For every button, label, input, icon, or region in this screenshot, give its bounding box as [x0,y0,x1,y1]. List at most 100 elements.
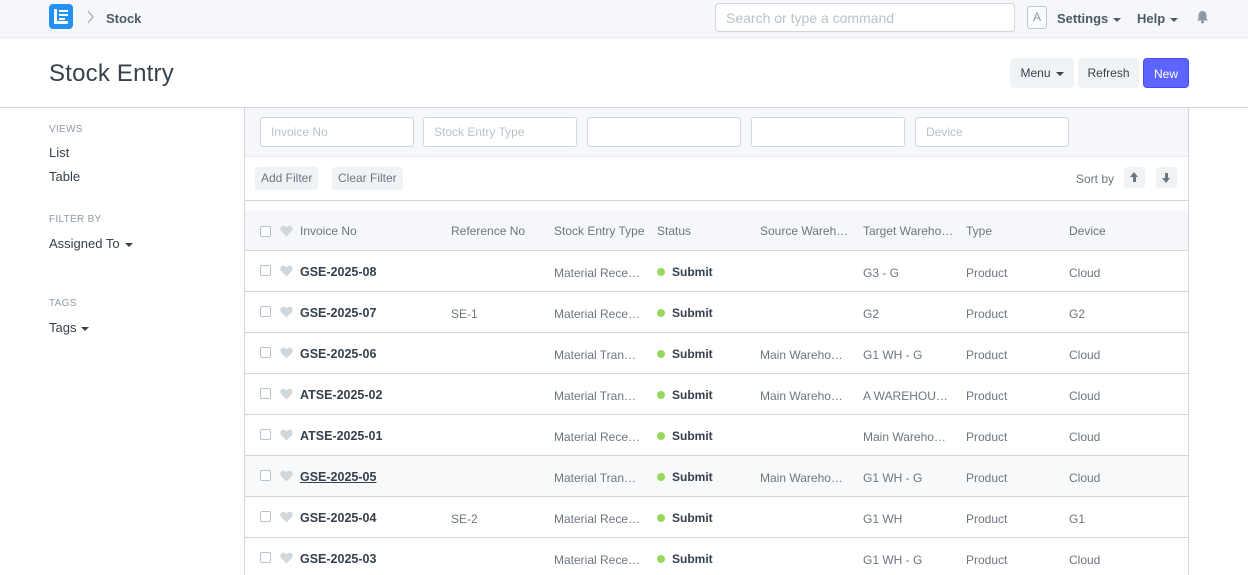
invoice-no-link[interactable]: GSE-2025-07 [300,306,440,320]
clear-filter-button[interactable]: Clear Filter [332,167,403,190]
row-checkbox[interactable] [260,429,271,440]
invoice-no-link[interactable]: ATSE-2025-01 [300,429,440,443]
sort-ascending-button[interactable] [1124,167,1145,188]
table-row[interactable]: GSE-2025-05 Material Transfer Submit Mai… [245,456,1188,497]
sidebar-item-list[interactable]: List [49,145,69,160]
search-input[interactable] [716,4,1014,31]
help-dropdown[interactable]: Help [1137,11,1179,26]
device-cell: Cloud [1069,389,1101,403]
breadcrumb-stock[interactable]: Stock [106,11,141,26]
heart-icon[interactable] [280,347,293,359]
settings-label: Settings [1057,11,1109,26]
target-warehouse-cell: G1 WH - G [863,471,923,485]
refresh-button[interactable]: Refresh [1078,58,1139,88]
status-badge: Submit [672,265,713,279]
column-type[interactable]: Type [966,224,1061,238]
invoice-no-filter-input[interactable] [261,118,413,146]
table-header: Invoice No Reference No Stock Entry Type… [245,211,1188,251]
target-warehouse-cell: G1 WH - G [863,348,923,362]
target-warehouse-cell: Main Warehou… [863,430,951,444]
row-checkbox[interactable] [260,552,271,563]
target-warehouse-cell: G1 WH [863,512,903,526]
column-invoice-no[interactable]: Invoice No [300,224,420,238]
sort-descending-icon [1162,173,1170,183]
views-heading: VIEWS [49,124,83,135]
bell-icon[interactable] [1196,10,1210,24]
stock-entry-type-cell: Material Recei… [554,307,642,321]
column-stock-entry-type[interactable]: Stock Entry Type [554,224,649,238]
filter-field-4 [751,117,905,147]
source-warehouse-cell: Main Warehou… [760,471,848,485]
select-all-checkbox[interactable] [260,226,271,237]
stock-entry-type-filter-input[interactable] [424,118,576,146]
tags-dropdown[interactable]: Tags [49,320,90,335]
app-logo-icon[interactable] [49,4,73,29]
navbar: Stock A Settings Help [0,0,1248,38]
invoice-no-link[interactable]: GSE-2025-08 [300,265,440,279]
column-source-warehouse[interactable]: Source Wareh… [760,224,852,238]
table-row[interactable]: GSE-2025-06 Material Transfer Submit Mai… [245,333,1188,374]
status-badge: Submit [672,552,713,566]
stock-entry-type-cell: Material Transfer [554,389,642,403]
table-row[interactable]: ATSE-2025-02 Material Transfer Submit Ma… [245,374,1188,415]
column-device[interactable]: Device [1069,224,1164,238]
column-target-warehouse[interactable]: Target Wareho… [863,224,955,238]
type-cell: Product [966,307,1008,321]
device-cell: G2 [1069,307,1086,321]
invoice-no-link[interactable]: ATSE-2025-02 [300,388,440,402]
filter-field-3-input[interactable] [588,118,740,146]
filter-field-4-input[interactable] [752,118,904,146]
row-checkbox[interactable] [260,265,271,276]
table-row[interactable]: GSE-2025-04 SE-2 Material Recei… Submit … [245,497,1188,538]
heart-icon[interactable] [280,225,293,237]
menu-button[interactable]: Menu [1010,58,1074,88]
heart-icon[interactable] [280,552,293,564]
sort-by-button[interactable]: Sort by [1076,172,1114,186]
table-row[interactable]: GSE-2025-08 Material Recei… Submit G3 - … [245,251,1188,292]
add-filter-button[interactable]: Add Filter [255,167,319,190]
invoice-no-link[interactable]: GSE-2025-05 [300,470,440,484]
type-cell: Product [966,389,1008,403]
row-checkbox[interactable] [260,347,271,358]
status-indicator-dot [657,391,665,399]
column-reference-no[interactable]: Reference No [451,224,546,238]
row-checkbox[interactable] [260,306,271,317]
status-badge: Submit [672,511,713,525]
heart-icon[interactable] [280,470,293,482]
assigned-to-dropdown[interactable]: Assigned To [49,236,133,251]
device-cell: Cloud [1069,266,1101,280]
row-checkbox[interactable] [260,511,271,522]
device-filter-input[interactable] [916,118,1068,146]
status-indicator-dot [657,350,665,358]
heart-icon[interactable] [280,388,293,400]
invoice-no-link[interactable]: GSE-2025-06 [300,347,440,361]
heart-icon[interactable] [280,265,293,277]
device-cell: G1 [1069,512,1086,526]
sidebar-item-table[interactable]: Table [49,169,80,184]
avatar[interactable]: A [1027,6,1047,29]
column-status[interactable]: Status [657,224,752,238]
table-row[interactable]: GSE-2025-07 SE-1 Material Recei… Submit … [245,292,1188,333]
list-frame: Add Filter Clear Filter Sort by Invoice … [244,108,1189,575]
menu-label: Menu [1020,66,1051,80]
heart-icon[interactable] [280,511,293,523]
source-warehouse-cell: Main Warehou… [760,348,848,362]
device-cell: Cloud [1069,553,1101,567]
invoice-no-link[interactable]: GSE-2025-03 [300,552,440,566]
row-checkbox[interactable] [260,470,271,481]
filter-field-3 [587,117,741,147]
row-checkbox[interactable] [260,388,271,399]
assigned-to-label: Assigned To [49,236,120,251]
caret-down-icon [1055,71,1064,76]
new-button[interactable]: New [1143,58,1189,88]
invoice-no-link[interactable]: GSE-2025-04 [300,511,440,525]
sort-descending-button[interactable] [1156,167,1177,188]
table-row[interactable]: ATSE-2025-01 Material Recei… Submit Main… [245,415,1188,456]
heart-icon[interactable] [280,429,293,441]
target-warehouse-cell: G2 [863,307,880,321]
heart-icon[interactable] [280,306,293,318]
status-badge: Submit [672,388,713,402]
settings-dropdown[interactable]: Settings [1057,11,1122,26]
type-cell: Product [966,471,1008,485]
table-row[interactable]: GSE-2025-03 Material Recei… Submit G1 WH… [245,538,1188,575]
